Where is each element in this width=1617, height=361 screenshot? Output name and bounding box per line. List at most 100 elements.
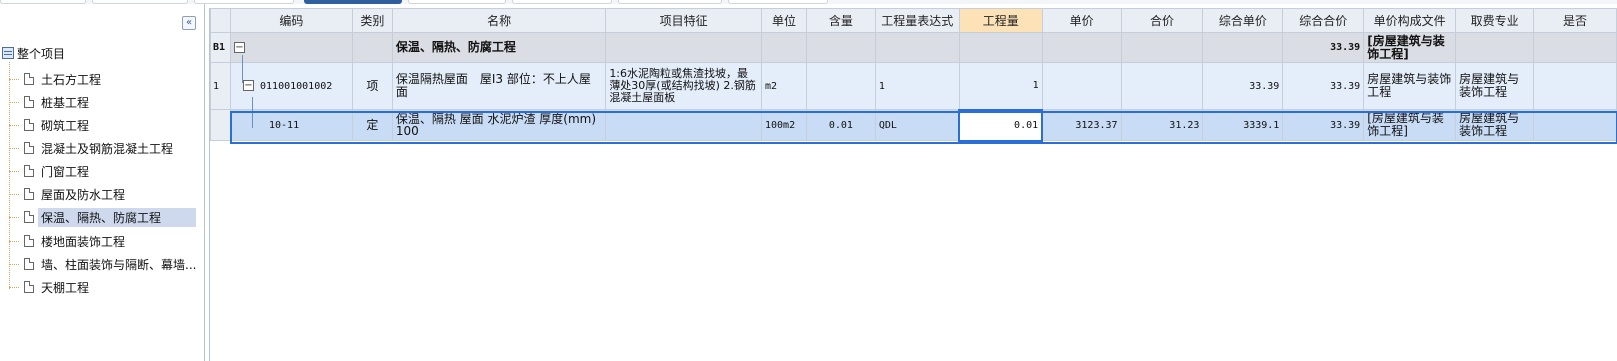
cell-code[interactable]: − bbox=[229, 32, 353, 63]
cell-quantity[interactable]: 1 bbox=[958, 62, 1043, 110]
col-header-comprehensive-unit-price[interactable]: 综合单价 bbox=[1202, 8, 1284, 33]
cell-feature[interactable] bbox=[605, 32, 762, 63]
cell-composition-file[interactable]: 房屋建筑与装饰工程 bbox=[1363, 62, 1457, 110]
cell-unit[interactable]: m2 bbox=[760, 62, 807, 110]
collapse-toggle-icon[interactable]: − bbox=[242, 80, 254, 91]
cell-total-price[interactable] bbox=[1120, 32, 1204, 63]
col-header-type[interactable]: 类别 bbox=[351, 8, 393, 33]
cell-comprehensive-total[interactable]: 33.39 bbox=[1282, 32, 1365, 63]
table-row-section[interactable]: B1 − 保温、隔热、防腐工程 33.39 [房屋建筑与装饰工程] bbox=[210, 32, 1617, 63]
project-icon bbox=[2, 47, 14, 59]
cell-flag[interactable] bbox=[1533, 32, 1617, 63]
tree-item-label: 桩基工程 bbox=[41, 95, 90, 110]
cell-code[interactable]: − 011001001002 bbox=[229, 62, 353, 110]
top-tab-active[interactable] bbox=[304, 0, 402, 4]
corner-header[interactable] bbox=[210, 8, 231, 33]
cell-unit-price[interactable] bbox=[1041, 62, 1122, 110]
cell-content[interactable]: 0.01 bbox=[805, 109, 876, 141]
cell-flag[interactable] bbox=[1533, 62, 1617, 110]
cell-composition-file[interactable]: [房屋建筑与装饰工程] bbox=[1363, 109, 1457, 141]
cell-unit[interactable] bbox=[760, 32, 807, 63]
cell-code-text: 10-11 bbox=[268, 119, 300, 131]
tree-root[interactable]: 整个项目 bbox=[2, 44, 65, 62]
cell-flag[interactable] bbox=[1533, 109, 1617, 141]
document-icon bbox=[24, 188, 34, 200]
cell-expression[interactable]: 1 bbox=[874, 62, 960, 110]
tree-item-earthwork[interactable]: 土石方工程 bbox=[9, 69, 104, 89]
col-header-composition-file[interactable]: 单价构成文件 bbox=[1363, 8, 1457, 33]
cell-comprehensive-total[interactable]: 33.39 bbox=[1282, 109, 1365, 141]
col-header-code[interactable]: 编码 bbox=[229, 8, 353, 33]
top-tab[interactable] bbox=[728, 0, 828, 4]
cell-type[interactable]: 定 bbox=[351, 109, 393, 141]
tree-item-ceiling[interactable]: 天棚工程 bbox=[9, 277, 92, 297]
top-tab[interactable] bbox=[512, 0, 612, 4]
top-tab-strip bbox=[0, 0, 1617, 4]
col-header-name[interactable]: 名称 bbox=[391, 8, 607, 33]
cell-name[interactable]: 保温隔热屋面 屋I3 部位：不上人屋面 bbox=[391, 62, 607, 110]
col-header-unit[interactable]: 单位 bbox=[760, 8, 807, 33]
document-icon bbox=[24, 281, 34, 293]
col-header-expression[interactable]: 工程量表达式 bbox=[874, 8, 960, 33]
table-row-item[interactable]: 1 − 011001001002 项 保温隔热屋面 屋I3 部位：不上人屋面 1… bbox=[210, 62, 1617, 110]
col-header-feature[interactable]: 项目特征 bbox=[605, 8, 762, 33]
col-header-quantity[interactable]: 工程量 bbox=[958, 8, 1043, 33]
tree-connector-line bbox=[242, 55, 243, 83]
row-header[interactable]: B1 bbox=[210, 32, 231, 63]
col-header-content[interactable]: 含量 bbox=[805, 8, 876, 33]
cell-fee-specialty[interactable]: 房屋建筑与装饰工程 bbox=[1455, 109, 1535, 141]
cell-feature[interactable]: 1:6水泥陶粒或焦渣找坡，最薄处30厚(或结构找坡) 2.钢筋混凝土屋面板 bbox=[605, 62, 762, 110]
tree-item-wall-finish[interactable]: 墙、柱面装饰与隔断、幕墙... bbox=[9, 254, 199, 274]
cell-feature[interactable] bbox=[605, 109, 762, 141]
project-tree-panel: « 整个项目 土石方工程 桩基工程 砌筑工程 混凝土及钢筋混凝土工程 门窗工程 … bbox=[0, 4, 205, 361]
tree-item-insulation[interactable]: 保温、隔热、防腐工程 bbox=[9, 207, 196, 227]
collapse-toggle-icon[interactable]: − bbox=[233, 42, 245, 53]
cell-comprehensive-unit-price[interactable] bbox=[1202, 32, 1284, 63]
cell-name[interactable]: 保温、隔热、防腐工程 bbox=[391, 32, 607, 63]
cell-name[interactable]: 保温、隔热 屋面 水泥炉渣 厚度(mm) 100 bbox=[391, 109, 607, 141]
tree-item-concrete[interactable]: 混凝土及钢筋混凝土工程 bbox=[9, 138, 176, 158]
tree-item-label: 墙、柱面装饰与隔断、幕墙... bbox=[41, 257, 197, 272]
cell-composition-file[interactable]: [房屋建筑与装饰工程] bbox=[1363, 32, 1457, 63]
col-header-total-price[interactable]: 合价 bbox=[1120, 8, 1204, 33]
tree-connector-line bbox=[252, 97, 253, 128]
col-header-flag[interactable]: 是否 bbox=[1533, 8, 1617, 33]
cell-comprehensive-unit-price[interactable]: 33.39 bbox=[1202, 62, 1284, 110]
cell-unit-price[interactable]: 3123.37 bbox=[1041, 109, 1122, 141]
tree-item-label: 门窗工程 bbox=[41, 164, 90, 179]
tree-item-flooring[interactable]: 楼地面装饰工程 bbox=[9, 231, 128, 251]
cell-quantity[interactable] bbox=[958, 32, 1043, 63]
cell-content[interactable] bbox=[805, 62, 876, 110]
cell-type[interactable] bbox=[351, 32, 393, 63]
cell-comprehensive-unit-price[interactable]: 3339.1 bbox=[1202, 109, 1284, 141]
cell-unit[interactable]: 100m2 bbox=[760, 109, 807, 141]
top-tab[interactable] bbox=[408, 0, 506, 4]
cell-comprehensive-total[interactable]: 33.39 bbox=[1282, 62, 1365, 110]
top-tab[interactable] bbox=[194, 0, 294, 4]
cell-total-price[interactable]: 31.23 bbox=[1120, 109, 1204, 141]
cell-fee-specialty[interactable]: 房屋建筑与装饰工程 bbox=[1455, 62, 1535, 110]
cell-fee-specialty[interactable] bbox=[1455, 32, 1535, 63]
tree-item-pile[interactable]: 桩基工程 bbox=[9, 92, 92, 112]
cell-quantity-editing[interactable]: 0.01 bbox=[958, 108, 1044, 142]
table-row-quota[interactable]: 10-11 定 保温、隔热 屋面 水泥炉渣 厚度(mm) 100 100m2 0… bbox=[210, 108, 1617, 142]
document-icon bbox=[24, 119, 34, 131]
tree-item-masonry[interactable]: 砌筑工程 bbox=[9, 115, 92, 135]
cell-content[interactable] bbox=[805, 32, 876, 63]
cell-expression[interactable]: QDL bbox=[874, 109, 960, 141]
top-tab[interactable] bbox=[618, 0, 722, 4]
col-header-unit-price[interactable]: 单价 bbox=[1041, 8, 1122, 33]
col-header-comprehensive-total[interactable]: 综合合价 bbox=[1282, 8, 1365, 33]
cell-code[interactable]: 10-11 bbox=[229, 109, 353, 141]
cell-unit-price[interactable] bbox=[1041, 32, 1122, 63]
col-header-fee-specialty[interactable]: 取费专业 bbox=[1455, 8, 1535, 33]
tree-item-roofing[interactable]: 屋面及防水工程 bbox=[9, 184, 128, 204]
tree-item-doors-windows[interactable]: 门窗工程 bbox=[9, 161, 92, 181]
row-header[interactable] bbox=[210, 109, 231, 141]
cell-expression[interactable] bbox=[874, 32, 960, 63]
tree-item-label: 混凝土及钢筋混凝土工程 bbox=[41, 141, 174, 156]
row-header[interactable]: 1 bbox=[210, 62, 231, 110]
cell-type[interactable]: 项 bbox=[351, 62, 393, 110]
collapse-panel-button[interactable]: « bbox=[182, 16, 196, 30]
cell-total-price[interactable] bbox=[1120, 62, 1204, 110]
